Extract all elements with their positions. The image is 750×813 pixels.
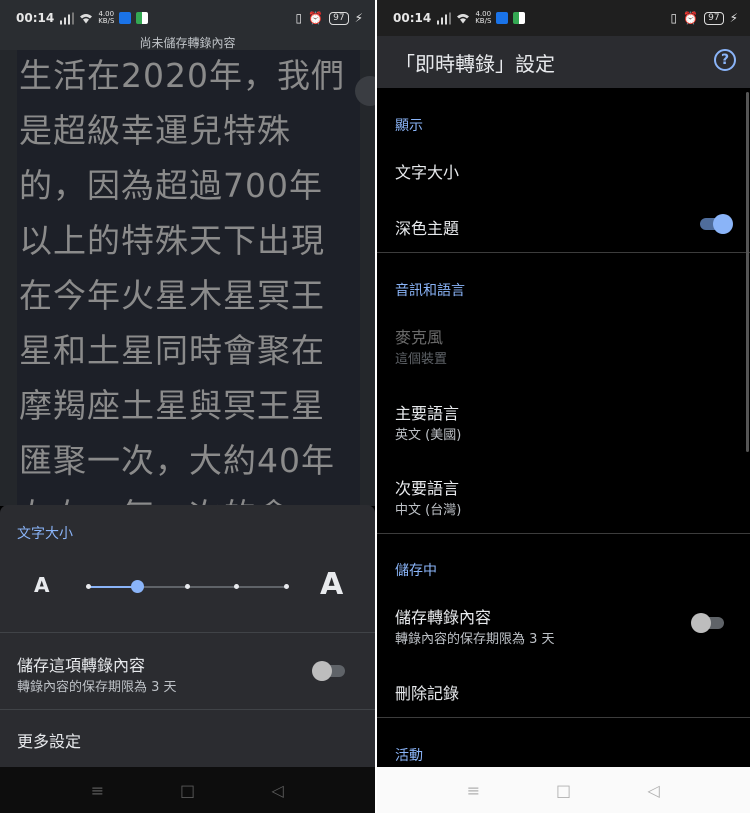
status-bar: 00:14 4.00 KB/S ▯ ⏰ 97 ⚡ <box>377 0 750 36</box>
text-size-slider-row: A A <box>0 567 375 607</box>
save-transcript-toggle[interactable] <box>691 613 727 633</box>
help-icon[interactable]: ? <box>714 49 736 71</box>
divider <box>0 632 375 633</box>
net-speed: 4.00 KB/S <box>98 10 115 25</box>
navigation-bar: ≡ □ ◁ <box>377 767 750 813</box>
caption-settings-sheet: 文字大小 A A 儲存這項轉錄內容 轉錄內容的保存期限為 3 天 更多設定 <box>0 505 375 767</box>
caption-area: 生活在2020年，我們 是超級幸運兒特殊 的，因為超過700年 以上的特殊天下出… <box>0 36 375 506</box>
app-notification-icon <box>119 12 132 24</box>
play-store-icon <box>513 12 526 24</box>
caption-line: 星和土星同時會聚在 <box>19 331 325 370</box>
microphone-title: 麥克風 <box>395 328 444 347</box>
text-size-small-icon: A <box>34 573 50 597</box>
alarm-icon: ⏰ <box>683 11 699 25</box>
dark-theme-toggle[interactable] <box>697 214 733 234</box>
slider-tick[interactable] <box>234 584 239 589</box>
caption-line: 生活在2020年，我們 <box>19 56 345 95</box>
caption-line: 的，因為超過700年 <box>19 166 323 205</box>
battery-icon: 97 <box>704 11 724 25</box>
play-store-icon <box>136 12 149 24</box>
primary-language-title: 主要語言 <box>395 404 460 423</box>
navigation-bar: ≡ □ ◁ <box>0 767 375 813</box>
battery-icon: 97 <box>329 11 349 25</box>
section-storage-header: 儲存中 <box>395 563 437 579</box>
vibrate-icon: ▯ <box>295 11 303 25</box>
home-icon[interactable]: □ <box>554 781 574 800</box>
vibrate-icon: ▯ <box>670 11 678 25</box>
menu-icon[interactable]: ≡ <box>464 781 484 800</box>
caption-line: 是超級幸運兒特殊 <box>19 111 291 150</box>
save-transcript-subtitle: 轉錄內容的保存期限為 3 天 <box>17 680 177 695</box>
caption-line: 摩羯座土星與冥王星 <box>19 386 325 425</box>
wifi-icon <box>457 13 470 23</box>
app-notification-icon <box>496 12 509 24</box>
charging-icon: ⚡ <box>729 11 738 25</box>
slider-tick[interactable] <box>86 584 91 589</box>
caption-status-header: 尚未儲存轉錄內容 <box>0 36 375 50</box>
slider-tick[interactable] <box>284 584 289 589</box>
dark-theme-label: 深色主題 <box>395 219 460 238</box>
charging-icon: ⚡ <box>354 11 363 25</box>
text-size-heading: 文字大小 <box>17 526 73 542</box>
secondary-language-value: 中文 (台灣) <box>395 503 462 518</box>
text-size-setting[interactable]: 文字大小 <box>395 159 459 183</box>
alarm-icon: ⏰ <box>308 11 324 25</box>
live-transcribe-settings-screen: 00:14 4.00 KB/S ▯ ⏰ 97 ⚡ 「即時轉錄」設定 ? 顯示 文字… <box>377 0 750 813</box>
primary-language-value: 英文 (美國) <box>395 428 462 443</box>
section-display-header: 顯示 <box>395 118 423 134</box>
status-time: 00:14 <box>16 11 55 25</box>
divider <box>377 252 750 253</box>
page-title: 「即時轉錄」設定 <box>395 52 555 76</box>
status-time: 00:14 <box>393 11 432 25</box>
divider <box>377 533 750 534</box>
scrollbar[interactable] <box>746 92 749 452</box>
status-bar: 00:14 4.00 KB/S ▯ ⏰ 97 ⚡ <box>0 0 375 36</box>
section-activity-header: 活動 <box>395 748 423 764</box>
slider-thumb[interactable] <box>131 580 144 593</box>
save-transcript-toggle[interactable] <box>312 661 348 681</box>
net-speed: 4.00 KB/S <box>475 10 492 25</box>
caption-line: 匯聚一次，大約40年 <box>19 441 335 480</box>
save-transcript-title: 儲存轉錄內容 <box>395 608 492 627</box>
divider <box>377 717 750 718</box>
live-caption-screen: 生活在2020年，我們 是超級幸運兒特殊 的，因為超過700年 以上的特殊天下出… <box>0 0 375 813</box>
app-bar: 「即時轉錄」設定 ? <box>377 36 750 88</box>
divider <box>0 709 375 710</box>
back-icon[interactable]: ◁ <box>644 781 664 800</box>
text-size-large-icon: A <box>320 567 344 602</box>
more-settings-button[interactable]: 更多設定 <box>17 728 81 752</box>
signal-icon <box>60 12 75 24</box>
slider-tick[interactable] <box>185 584 190 589</box>
back-icon[interactable]: ◁ <box>268 781 288 800</box>
save-transcript-title: 儲存這項轉錄內容 <box>17 656 146 675</box>
secondary-language-title: 次要語言 <box>395 479 460 498</box>
signal-icon <box>437 12 452 24</box>
save-transcript-subtitle: 轉錄內容的保存期限為 3 天 <box>395 632 555 647</box>
wifi-icon <box>80 13 93 23</box>
menu-icon[interactable]: ≡ <box>88 781 108 800</box>
home-icon[interactable]: □ <box>178 781 198 800</box>
caption-line: 以上的特殊天下出現 <box>19 221 325 260</box>
section-audio-header: 音訊和語言 <box>395 283 465 299</box>
delete-history-button[interactable]: 刪除記錄 <box>395 680 459 704</box>
microphone-subtitle: 這個裝置 <box>395 352 448 367</box>
caption-line: 左右。每一次的會 <box>19 488 360 506</box>
caption-text: 生活在2020年，我們 是超級幸運兒特殊 的，因為超過700年 以上的特殊天下出… <box>17 48 360 506</box>
caption-line: 在今年火星木星冥王 <box>19 276 325 315</box>
